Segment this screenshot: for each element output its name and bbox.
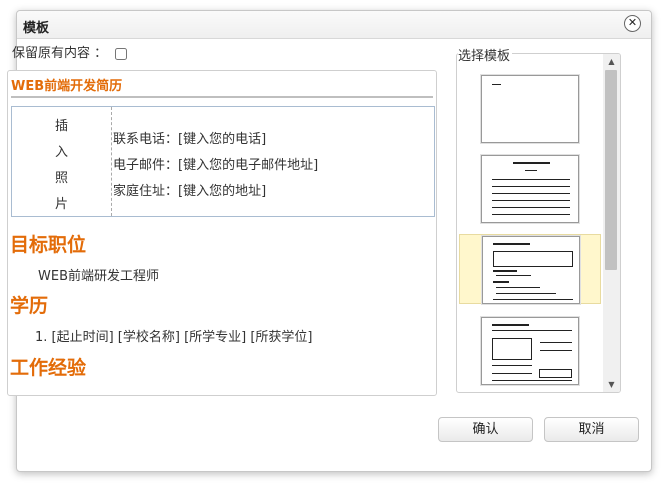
template-thumbnail bbox=[481, 75, 579, 143]
education-line: 1. [起止时间] [学校名称] [所学专业] [所获学位] bbox=[35, 330, 313, 345]
template-option-layout[interactable] bbox=[459, 316, 601, 386]
phone-line: 联系电话：[键入您的电话] bbox=[113, 132, 267, 147]
photo-char: 插 bbox=[54, 119, 68, 134]
photo-char: 照 bbox=[54, 171, 68, 186]
template-picker: ▲ ▼ bbox=[456, 53, 621, 393]
photo-char: 片 bbox=[54, 197, 68, 212]
email-line: 电子邮件：[键入您的电子邮件地址] bbox=[113, 158, 319, 173]
target-position-line: WEB前端研发工程师 bbox=[38, 269, 159, 284]
confirm-button[interactable]: 确认 bbox=[438, 417, 533, 442]
scroll-down-icon[interactable]: ▼ bbox=[603, 377, 620, 392]
template-thumbnail bbox=[482, 236, 580, 304]
photo-placeholder[interactable]: 插 入 照 片 bbox=[12, 107, 112, 216]
scroll-up-icon[interactable]: ▲ bbox=[603, 54, 620, 69]
section-heading-education: 学历 bbox=[10, 295, 49, 317]
section-heading-experience: 工作经验 bbox=[10, 357, 87, 379]
keep-content-row: 保留原有内容 ： bbox=[12, 42, 128, 61]
section-heading-target: 目标职位 bbox=[10, 234, 87, 256]
photo-char: 入 bbox=[54, 145, 68, 160]
template-picker-label: 选择模板 bbox=[458, 45, 513, 64]
keep-content-checkbox[interactable] bbox=[115, 47, 128, 60]
template-option-text[interactable] bbox=[459, 154, 601, 224]
scroll-thumb[interactable] bbox=[605, 70, 617, 270]
info-table: 插 入 照 片 联系电话：[键入您的电话] 电子邮件：[键入您的电子邮件地址] … bbox=[11, 106, 435, 217]
template-thumbnail bbox=[481, 155, 579, 223]
cancel-button[interactable]: 取消 bbox=[544, 417, 639, 442]
picker-scrollbar[interactable]: ▲ ▼ bbox=[603, 54, 620, 392]
resume-editor[interactable]: WEB前端开发简历 插 入 照 片 联系电话：[键入您的电话] 电子邮件：[键入… bbox=[7, 70, 437, 396]
dialog-title: 模板 bbox=[23, 21, 50, 36]
address-line: 家庭住址：[键入您的地址] bbox=[113, 184, 267, 199]
dialog-titlebar: 模板 ✕ bbox=[17, 11, 651, 39]
template-option-resume[interactable] bbox=[459, 234, 601, 304]
template-option-blank[interactable] bbox=[459, 74, 601, 144]
resume-title: WEB前端开发简历 bbox=[11, 75, 433, 98]
template-thumbnail bbox=[481, 317, 579, 385]
keep-content-label: 保留原有内容 ： bbox=[12, 46, 108, 61]
close-icon[interactable]: ✕ bbox=[624, 15, 641, 32]
